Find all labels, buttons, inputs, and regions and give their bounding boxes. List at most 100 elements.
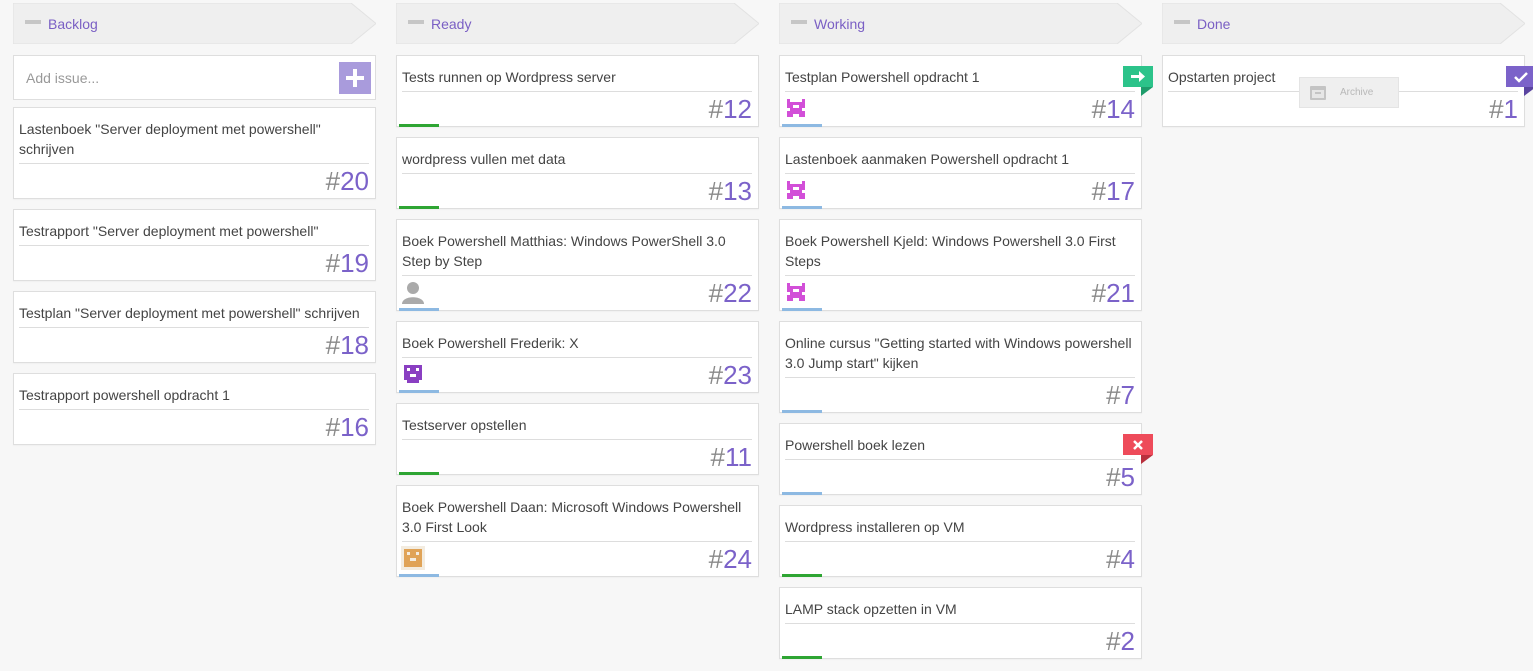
divider [402, 173, 752, 174]
collapse-dash-icon[interactable] [1174, 20, 1190, 24]
issue-number[interactable]: #23 [709, 359, 752, 391]
issue-title: Online cursus "Getting started with Wind… [785, 335, 1132, 371]
issue-card[interactable]: Testplan Powershell opdracht 1 #14 [779, 55, 1153, 127]
issue-number[interactable]: #18 [326, 329, 369, 361]
column-header-done[interactable]: Done [1162, 3, 1525, 44]
plus-icon [346, 69, 364, 87]
close-icon[interactable] [1123, 434, 1153, 464]
issue-title: Wordpress installeren op VM [785, 519, 965, 535]
divider [402, 357, 752, 358]
orange-identicon-avatar[interactable] [401, 546, 425, 570]
column-working: Working Testplan Powershell opdracht 1 #… [779, 3, 1153, 669]
issue-card[interactable]: Boek Powershell Matthias: Windows PowerS… [396, 219, 759, 311]
pink-identicon-avatar[interactable] [784, 280, 808, 304]
column-backlog: Backlog Lastenboek "Server deployment me… [13, 3, 376, 455]
issue-title: Lastenboek aanmaken Powershell opdracht … [785, 151, 1070, 167]
archive-label: Archive [1340, 87, 1374, 98]
issue-card[interactable]: Testrapport powershell opdracht 1 #16 [13, 373, 376, 445]
collapse-dash-icon[interactable] [25, 20, 41, 24]
issue-card[interactable]: Online cursus "Getting started with Wind… [779, 321, 1142, 413]
archive-box-icon [1310, 86, 1326, 100]
divider [19, 409, 369, 410]
issue-number[interactable]: #7 [1106, 379, 1135, 411]
issue-number[interactable]: #19 [326, 247, 369, 279]
issue-title: Tests runnen op Wordpress server [402, 69, 616, 85]
checkmark-icon[interactable] [1506, 66, 1533, 96]
collapse-dash-icon[interactable] [791, 20, 807, 24]
status-bar [399, 308, 439, 311]
divider [785, 623, 1135, 624]
column-title: Working [814, 16, 866, 32]
column-title: Ready [431, 16, 472, 32]
issue-number[interactable]: #5 [1106, 461, 1135, 493]
issue-number[interactable]: #20 [326, 165, 369, 197]
column-title: Backlog [48, 16, 98, 32]
person-avatar-icon[interactable] [401, 280, 425, 304]
status-bar [782, 656, 822, 659]
status-bar [782, 410, 822, 413]
divider [785, 459, 1135, 460]
issue-card[interactable]: Testrapport "Server deployment met power… [13, 209, 376, 281]
divider [785, 91, 1135, 92]
issue-card[interactable]: Boek Powershell Kjeld: Windows Powershel… [779, 219, 1142, 311]
issue-title: Testplan Powershell opdracht 1 [785, 69, 980, 85]
status-bar [782, 206, 822, 209]
issue-card[interactable]: Testserver opstellen #11 [396, 403, 759, 475]
divider [19, 163, 369, 164]
issue-number[interactable]: #11 [711, 441, 752, 473]
add-issue-input[interactable] [14, 56, 314, 99]
issue-number[interactable]: #4 [1106, 543, 1135, 575]
column-header-backlog[interactable]: Backlog [13, 3, 376, 44]
issue-number[interactable]: #22 [709, 277, 752, 309]
status-bar [782, 308, 822, 311]
issue-card[interactable]: Lastenboek aanmaken Powershell opdracht … [779, 137, 1142, 209]
issue-number[interactable]: #14 [1092, 93, 1135, 125]
status-bar [399, 206, 439, 209]
issue-title: Lastenboek "Server deployment met powers… [19, 121, 321, 157]
purple-identicon-avatar[interactable] [401, 362, 425, 386]
issue-title: Boek Powershell Daan: Microsoft Windows … [402, 499, 742, 535]
pink-identicon-avatar[interactable] [784, 178, 808, 202]
issue-title: Boek Powershell Frederik: X [402, 335, 579, 351]
issue-number[interactable]: #16 [326, 411, 369, 443]
issue-card[interactable]: Lastenboek "Server deployment met powers… [13, 107, 376, 199]
issue-card[interactable]: Testplan "Server deployment met powershe… [13, 291, 376, 363]
issue-number[interactable]: #21 [1092, 277, 1135, 309]
column-ready: Ready Tests runnen op Wordpress server #… [396, 3, 759, 587]
divider [402, 91, 752, 92]
issue-title: LAMP stack opzetten in VM [785, 601, 957, 617]
status-bar [782, 124, 822, 127]
column-done: Done Opstarten project #1 Archive [1162, 3, 1533, 137]
issue-number[interactable]: #2 [1106, 625, 1135, 657]
collapse-dash-icon[interactable] [408, 20, 424, 24]
issue-card[interactable]: Boek Powershell Daan: Microsoft Windows … [396, 485, 759, 577]
issue-card[interactable]: Boek Powershell Frederik: X #23 [396, 321, 759, 393]
status-bar [399, 574, 439, 577]
divider [402, 541, 752, 542]
add-issue-button[interactable] [339, 62, 371, 94]
issue-card[interactable]: Powershell boek lezen #5 [779, 423, 1153, 495]
issue-number[interactable]: #12 [709, 93, 752, 125]
issue-number[interactable]: #13 [709, 175, 752, 207]
status-bar [399, 390, 439, 393]
arrow-right-icon[interactable] [1123, 66, 1153, 96]
issue-card[interactable]: Tests runnen op Wordpress server #12 [396, 55, 759, 127]
pink-identicon-avatar[interactable] [784, 96, 808, 120]
column-header-ready[interactable]: Ready [396, 3, 759, 44]
status-bar [782, 492, 822, 495]
status-bar [782, 574, 822, 577]
status-bar [399, 124, 439, 127]
issue-title: wordpress vullen met data [402, 151, 566, 167]
issue-card[interactable]: Wordpress installeren op VM #4 [779, 505, 1142, 577]
issue-number[interactable]: #17 [1092, 175, 1135, 207]
column-header-working[interactable]: Working [779, 3, 1142, 44]
issue-card[interactable]: wordpress vullen met data #13 [396, 137, 759, 209]
archive-button[interactable]: Archive [1299, 77, 1399, 108]
divider [402, 439, 752, 440]
issue-number[interactable]: #24 [709, 543, 752, 575]
issue-number[interactable]: #1 [1489, 93, 1518, 125]
issue-card[interactable]: LAMP stack opzetten in VM #2 [779, 587, 1142, 659]
issue-card[interactable]: Opstarten project #1 Archive [1162, 55, 1533, 127]
divider [785, 275, 1135, 276]
add-issue-box [13, 55, 376, 100]
